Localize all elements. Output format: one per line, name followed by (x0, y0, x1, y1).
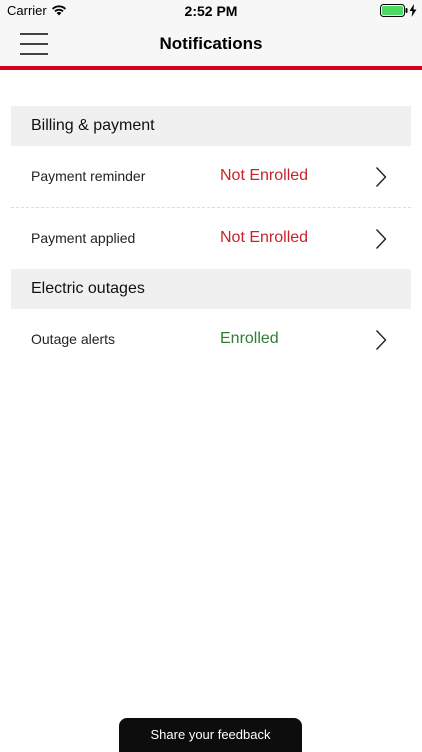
menu-line (20, 43, 48, 45)
section-title: Electric outages (31, 280, 145, 297)
item-label: Outage alerts (31, 331, 116, 347)
list-item-payment-reminder[interactable]: Payment reminder Not Enrolled (11, 146, 411, 208)
section-title: Billing & payment (31, 117, 155, 134)
item-label: Payment applied (31, 230, 136, 246)
feedback-label: Share your feedback (150, 727, 271, 742)
item-label: Payment reminder (31, 168, 146, 184)
charge-icon (409, 4, 417, 17)
list-item-payment-applied[interactable]: Payment applied Not Enrolled (11, 208, 411, 269)
battery-icon (380, 4, 408, 17)
nav-accent-bar (0, 66, 422, 70)
enrollment-status: Not Enrolled (220, 167, 309, 184)
navigation-bar: Notifications (0, 22, 422, 66)
menu-line (20, 53, 48, 55)
chevron-right-icon (375, 229, 387, 249)
page-title: Notifications (159, 34, 263, 53)
status-bar: Carrier 2:52 PM (0, 0, 422, 22)
list-item-outage-alerts[interactable]: Outage alerts Enrolled (11, 309, 411, 370)
share-feedback-button[interactable]: Share your feedback (119, 718, 302, 752)
chevron-right-icon (375, 167, 387, 187)
menu-line (20, 33, 48, 35)
status-time: 2:52 PM (184, 3, 238, 19)
section-header-outages: Electric outages (11, 269, 411, 309)
enrollment-status: Not Enrolled (220, 229, 309, 246)
section-header-billing: Billing & payment (11, 106, 411, 146)
chevron-right-icon (375, 330, 387, 350)
menu-icon[interactable] (16, 30, 52, 58)
notification-list: Billing & payment Payment reminder Not E… (11, 106, 411, 370)
enrollment-status: Enrolled (220, 330, 279, 347)
